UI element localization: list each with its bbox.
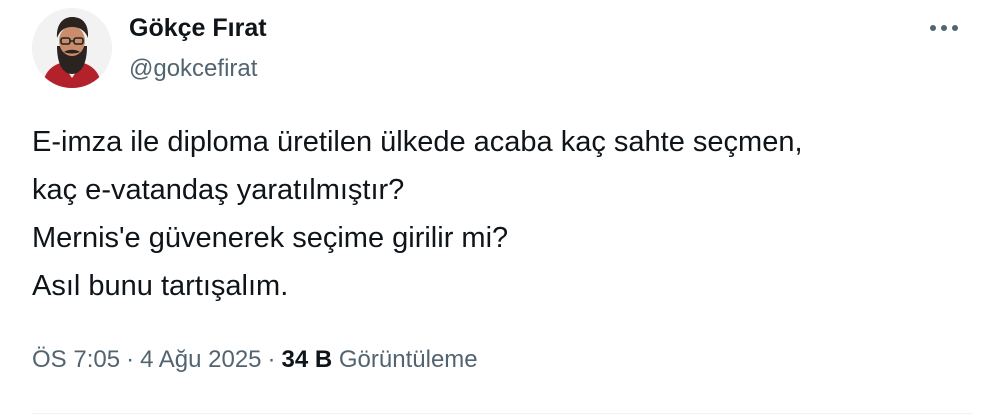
views-count[interactable]: 34 B	[282, 346, 333, 373]
tweet-text: E-imza ile diploma üretilen ülkede acaba…	[32, 118, 972, 310]
tweet-meta: ÖS 7:05 · 4 Ağu 2025 · 34 B Görüntüleme	[32, 343, 478, 377]
tweet-text-line: Mernis'e güvenerek seçime girilir mi?	[32, 222, 509, 254]
tweet-card: Gökçe Fırat @gokcefirat E-imza ile diplo…	[0, 0, 1000, 418]
tweet-text-line: Asıl bunu tartışalım.	[32, 270, 289, 302]
tweet-text-line: E-imza ile diploma üretilen ülkede acaba…	[32, 126, 803, 158]
views-label: Görüntüleme	[338, 346, 478, 373]
more-horizontal-icon	[930, 25, 958, 31]
meta-separator: ·	[126, 346, 135, 373]
author-handle[interactable]: @gokcefirat	[129, 54, 257, 84]
tweet-time[interactable]: ÖS 7:05	[32, 346, 120, 373]
more-options-button[interactable]	[926, 16, 962, 40]
meta-separator: ·	[267, 346, 276, 373]
avatar-image	[32, 8, 112, 88]
author-display-name[interactable]: Gökçe Fırat	[129, 12, 267, 44]
tweet-text-line: kaç e-vatandaş yaratılmıştır?	[32, 174, 405, 206]
tweet-date[interactable]: 4 Ağu 2025	[140, 346, 261, 373]
avatar[interactable]	[32, 8, 112, 88]
divider	[32, 413, 972, 414]
